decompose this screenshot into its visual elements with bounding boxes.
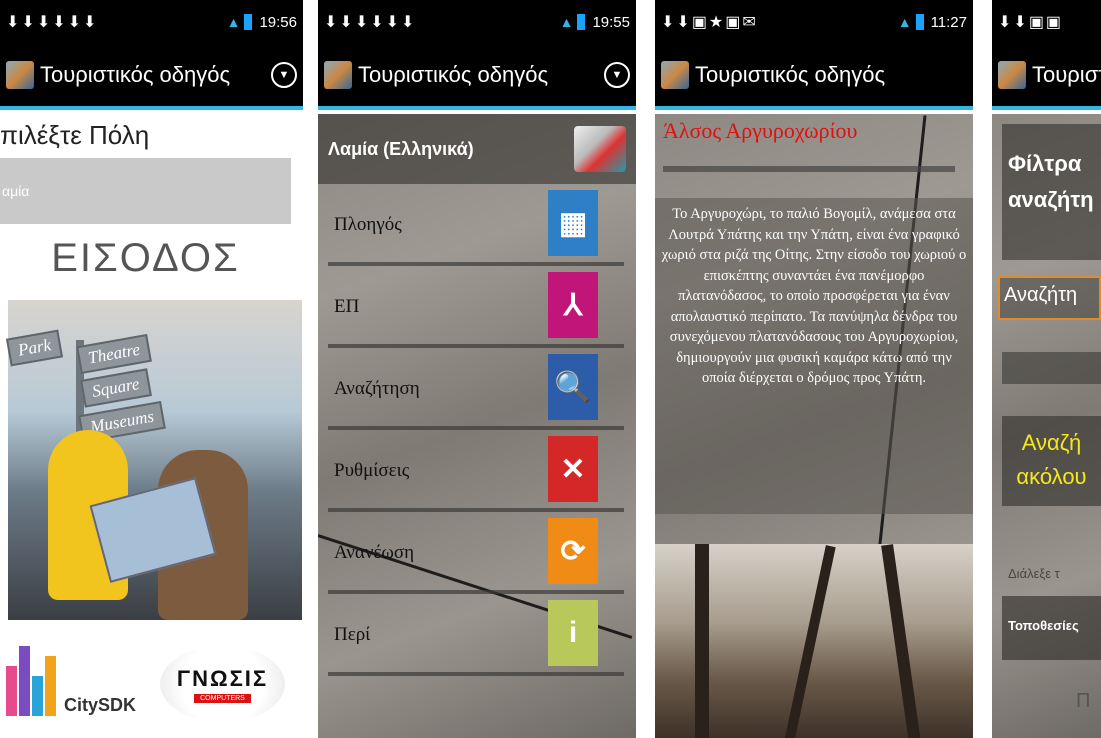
action-bar: Τουριστικός οδηγός ▼	[0, 44, 303, 110]
notification-icons: ⬇⬇⬇⬇⬇⬇	[6, 14, 99, 31]
poi-title: Άλσος Αργυροχωρίου	[663, 118, 858, 143]
gnosis-logo: ΓΝΩΣΙΣ COMPUTERS	[160, 646, 285, 722]
gnosis-title: ΓΝΩΣΙΣ	[176, 665, 269, 691]
divider	[663, 166, 955, 172]
tree-trunk	[881, 544, 921, 738]
locations-button[interactable]: Τοποθεσίες	[1002, 596, 1101, 660]
filters-line: αναζήτη	[1008, 187, 1094, 212]
screen-search: ⬇⬇▣▣ Τουριστ Φίλτρα αναζήτη Αναζήτη Αναζ…	[992, 0, 1101, 738]
signal-icon: ▲	[226, 14, 241, 30]
city-header: Λαμία (Ελληνικά)	[318, 114, 636, 184]
app-title: Τουριστ	[1032, 62, 1101, 87]
status-time: 11:27	[930, 13, 967, 31]
signal-icon: ▲	[559, 14, 574, 30]
search-input[interactable]: Αναζήτη	[998, 276, 1101, 320]
button-line: ακόλου	[1016, 464, 1087, 489]
notification-icons: ⬇⬇▣★▣✉	[661, 14, 758, 31]
battery-icon	[577, 14, 586, 30]
battery-icon	[244, 14, 253, 30]
tourist-illustration: Park Theatre Square Museums	[5, 300, 302, 620]
app-icon	[324, 61, 352, 89]
menu-item-label: ΕΠ	[334, 296, 360, 317]
sign-park: Park	[5, 329, 64, 367]
search-follow-button[interactable]: Αναζή ακόλου	[1002, 416, 1101, 506]
action-bar: Τουριστ	[992, 44, 1101, 110]
status-time: 19:56	[259, 13, 297, 31]
menu-item-label: Αναζήτηση	[334, 378, 420, 399]
filters-line: Φίλτρα	[1008, 151, 1082, 176]
gnosis-subtitle: COMPUTERS	[194, 693, 251, 703]
app-title: Τουριστικός οδηγός	[695, 62, 886, 87]
citysdk-text: CitySDK	[64, 695, 137, 715]
chevron-down-icon: ▼	[278, 69, 290, 81]
app-title: Τουριστικός οδηγός	[40, 62, 231, 87]
divider	[328, 672, 624, 676]
refresh-icon[interactable]: ⟳	[548, 518, 598, 584]
city-select-field[interactable]: αμία	[0, 158, 291, 224]
poi-description: Το Αργυροχώρι, το παλιό Βογομίλ, ανάμεσα…	[655, 198, 973, 514]
menu-item[interactable]: Ανανέωση ⟳	[318, 512, 636, 594]
screen-poi-detail: ⬇⬇▣★▣✉ ▲ 11:27 Τουριστικός οδηγός Άλσος …	[655, 0, 973, 738]
app-icon	[6, 61, 34, 89]
signal-icon: ▲	[897, 14, 912, 30]
menu-item-label: Ανανέωση	[334, 542, 415, 563]
action-bar: Τουριστικός οδηγός ▼	[318, 44, 636, 110]
enter-button[interactable]: ΕΙΣΟΔΟΣ	[0, 236, 291, 281]
sign-square: Square	[80, 368, 152, 408]
language-flag-icon[interactable]	[574, 126, 626, 172]
button-line: Αναζή	[1021, 430, 1082, 455]
overflow-menu-button[interactable]: ▼	[271, 62, 297, 88]
screen-city-select: ⬇⬇⬇⬇⬇⬇ ▲ 19:56 Τουριστικός οδηγός ▼ πιλέ…	[0, 0, 303, 738]
poi-photo	[655, 544, 973, 738]
app-icon	[661, 61, 689, 89]
menu-item-label: Περί	[334, 624, 371, 645]
status-bar: ⬇⬇▣▣	[992, 0, 1101, 44]
notification-icons: ⬇⬇⬇⬇⬇⬇	[324, 14, 417, 31]
menu-item-label: Ρυθμίσεις	[334, 460, 410, 481]
document-search-icon[interactable]: 🔍	[548, 354, 598, 420]
citysdk-bars-icon	[6, 646, 58, 716]
tools-icon[interactable]: ✕	[548, 436, 598, 502]
citysdk-logo: CitySDK	[6, 646, 136, 716]
app-icon	[998, 61, 1026, 89]
choose-label: Διάλεξε τ	[1008, 566, 1060, 581]
overflow-menu-button[interactable]: ▼	[604, 62, 630, 88]
xyz-axes-icon[interactable]: ⅄	[548, 272, 598, 338]
battery-icon	[915, 14, 924, 30]
menu-item[interactable]: ΕΠ ⅄	[318, 266, 636, 348]
status-time: 19:55	[592, 13, 630, 31]
map-icon[interactable]: ▦	[548, 190, 598, 256]
partial-button-label[interactable]: Π	[1076, 690, 1090, 713]
screen-main-menu: ⬇⬇⬇⬇⬇⬇ ▲ 19:55 Τουριστικός οδηγός ▼ Λαμί…	[318, 0, 636, 738]
menu-item[interactable]: Αναζήτηση 🔍	[318, 348, 636, 430]
status-bar: ⬇⬇⬇⬇⬇⬇ ▲ 19:56	[0, 0, 303, 44]
tree-trunk	[784, 545, 836, 738]
sign-theatre: Theatre	[76, 333, 153, 375]
city-select-label: πιλέξτε Πόλη	[0, 120, 150, 150]
action-bar: Τουριστικός οδηγός	[655, 44, 973, 110]
city-header-label: Λαμία (Ελληνικά)	[328, 138, 474, 159]
divider-bar	[1002, 352, 1101, 384]
chevron-down-icon: ▼	[611, 69, 623, 81]
menu-item[interactable]: Ρυθμίσεις ✕	[318, 430, 636, 512]
status-bar: ⬇⬇▣★▣✉ ▲ 11:27	[655, 0, 973, 44]
menu-item[interactable]: Περί i	[318, 594, 636, 676]
tree-trunk	[695, 544, 709, 738]
notification-icons: ⬇⬇▣▣	[998, 14, 1064, 31]
menu-item-label: Πλοηγός	[334, 214, 402, 235]
status-bar: ⬇⬇⬇⬇⬇⬇ ▲ 19:55	[318, 0, 636, 44]
info-icon[interactable]: i	[548, 600, 598, 666]
app-title: Τουριστικός οδηγός	[358, 62, 549, 87]
search-filters-header: Φίλτρα αναζήτη	[1002, 124, 1101, 260]
menu-item[interactable]: Πλοηγός ▦	[318, 184, 636, 266]
